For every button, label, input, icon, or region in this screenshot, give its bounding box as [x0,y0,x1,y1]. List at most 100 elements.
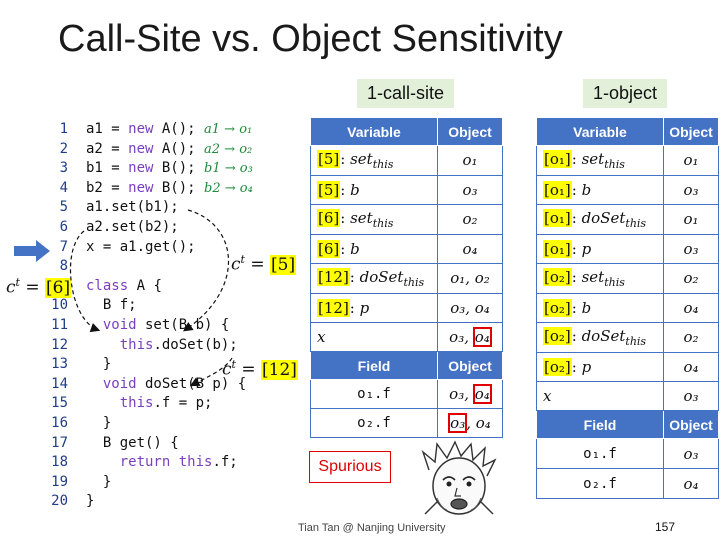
points-to-objects: o₂ [663,322,719,353]
obj-x-row: x o₃ [536,381,719,411]
variable-name: doSet [581,326,626,345]
code-line: 4 b2 = new B(); b2 → o₄ [48,179,253,199]
code-line: 10 B f; [48,296,253,316]
context-label: [12] [317,298,350,317]
code-line: 18 return this.f; [48,453,253,473]
variable-subscript: this [372,157,394,171]
code-line: 2 a2 = new A(); a2 → o₂ [48,140,253,160]
cs-field-row: o₂.f o₃, o₄ [310,408,503,438]
line-number: 16 [51,414,68,431]
object-label: 1-object [583,79,668,108]
code-line: 8 [48,257,253,277]
code-comment: b1 → o₃ [204,161,253,177]
variable-name: p [581,239,592,258]
pointer-row: [5]: setthis o₁ [310,145,503,176]
variable-name: b [581,298,592,317]
code-line: 19 } [48,473,253,493]
code-token: .f; [212,454,238,471]
line-number: 1 [59,121,68,137]
variable-name: doSet [359,267,404,286]
code-token: this [119,395,154,412]
variable-name: doSet [581,208,626,227]
pointer-row: [12]: p o₃, o₄ [310,292,503,323]
code-token: } [86,414,112,431]
code-token: B(); [153,179,205,196]
line-number: 19 [51,473,68,490]
code-line: 1 a1 = new A(); a1 → o₁ [48,120,253,140]
cs-header-variable: Variable [310,117,438,146]
code-line: 6 a2.set(b2); [48,218,253,238]
code-token: a1 = [86,121,129,137]
variable-name: set [350,208,373,227]
line-number: 15 [51,395,68,412]
pointer-row: [o₁]: p o₃ [536,233,719,264]
context-label: [o₁] [543,180,572,199]
cs-field-row: o₁.f o₃, o₄ [310,379,503,409]
code-line: 7x = a1.get(); [48,238,253,258]
cs-header-field-object: Object [437,351,503,380]
code-comment: b2 → o₄ [204,180,253,196]
code-token: new [128,179,154,196]
variable-subscript: this [625,216,647,230]
code-token: this [119,336,154,353]
current-line-arrow-icon [14,240,50,262]
code-token: new [128,121,154,137]
spurious-label: Spurious [309,451,391,483]
code-token: x = a1.get(); [86,238,196,255]
code-line: 11 void set(B b) { [48,316,253,336]
code-line: 20} [48,492,253,512]
variable-subscript: this [604,157,625,171]
points-to-objects: o₁ [663,204,719,235]
context-label: [6] [317,208,341,227]
points-to-objects: o₃ [663,233,719,264]
obj-header-field-object: Object [663,410,719,439]
code-token: A(); [153,140,205,157]
code-line: 9class A { [48,277,253,297]
points-to-objects: o₄ [663,351,719,382]
context-label: [o₁] [543,149,572,168]
code-token: void [102,316,137,333]
cs-header-object: Object [437,117,503,146]
line-number: 2 [59,140,68,157]
line-number: 12 [51,336,68,353]
code-token: new [128,160,154,177]
variable-name: set [581,149,605,168]
context-label: [12] [317,267,350,286]
shocked-face-icon [421,440,497,515]
code-token: void [102,375,137,392]
context-label: [6] [317,239,341,258]
line-number: 3 [59,160,68,177]
code-token: a1.set(b1); [86,199,179,216]
call-site-label: 1-call-site [357,79,455,108]
code-token: B(); [153,160,205,177]
pointer-row: [5]: b o₃ [310,174,503,205]
points-to-objects: o₄ [437,233,503,264]
obj-field-row: o₁.f o₃ [536,438,719,469]
variable-name: b [350,239,360,258]
context-label: [o₂] [543,298,572,317]
variable-name: b [350,180,360,199]
variable-name: set [350,149,373,168]
variable-subscript: this [372,216,394,230]
code-token: A { [128,277,162,294]
code-line: 16 } [48,414,253,434]
pointer-row: [6]: b o₄ [310,233,503,264]
cs-header-field: Field [310,351,438,380]
context-label: [o₁] [543,208,572,227]
pointer-row: [o₁]: doSetthis o₁ [536,204,719,235]
footer-author: Tian Tan @ Nanjing University [298,522,446,534]
variable-name: set [581,267,605,286]
variable-subscript: this [604,275,625,289]
code-token: A(); [153,121,205,137]
code-token: a2.set(b2); [86,218,179,235]
code-token: B f; [86,297,137,314]
line-number: 10 [51,297,68,314]
ct-label-low: ct = [12] [222,358,298,380]
page-number: 157 [655,520,676,534]
code-comment: a2 → o₂ [204,141,253,157]
